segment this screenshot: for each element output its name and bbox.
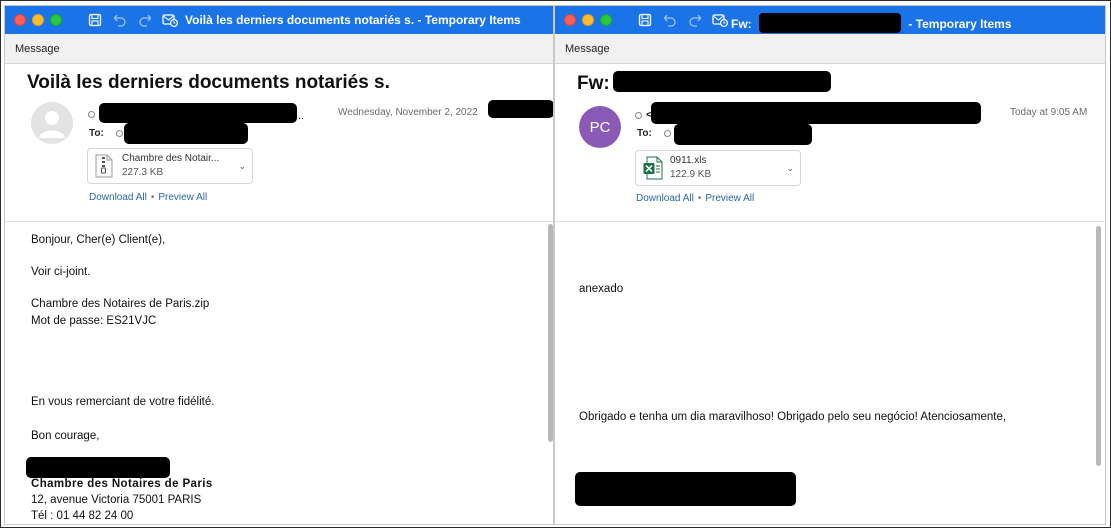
scheduled-send-icon[interactable]: [712, 12, 728, 28]
redacted-signature: [575, 472, 796, 506]
undo-icon[interactable]: [662, 12, 678, 28]
to-label: To:: [89, 128, 104, 139]
body-line: En vous remerciant de votre fidélité.: [31, 396, 215, 408]
email-date: Wednesday, November 2, 2022: [338, 107, 478, 118]
body-line: Bon courage,: [31, 430, 100, 442]
window-titlebar[interactable]: Voilà les derniers documents notariés s.…: [5, 6, 553, 34]
redo-icon[interactable]: [137, 12, 153, 28]
minimize-window-button[interactable]: [582, 14, 594, 26]
recipient-status-dot: [664, 130, 671, 137]
redacted-signature-name: [26, 457, 170, 478]
window-titlebar[interactable]: Fw: - Temporary Items: [555, 6, 1105, 34]
preview-all-link[interactable]: Preview All: [158, 192, 207, 203]
email-window-left: Voilà les derniers documents notariés s.…: [4, 5, 554, 525]
titlebar-toolbar: [637, 12, 728, 28]
recipient-status-dot: [116, 130, 123, 137]
avatar-initials: PC: [589, 118, 611, 136]
download-all-link[interactable]: Download All: [636, 193, 694, 204]
tab-message[interactable]: Message: [565, 43, 610, 55]
signature-organization: Chambre des Notaires de Paris: [31, 478, 213, 490]
body-greeting: Bonjour, Cher(e) Client(e),: [31, 234, 166, 246]
ribbon-bar: Message: [5, 34, 553, 64]
body-password-line: Mot de passe: ES21VJC: [31, 315, 157, 327]
redacted-sender: [99, 103, 297, 123]
email-date: Today at 9:05 AM: [1010, 107, 1088, 118]
body-line: Voir ci-joint.: [31, 266, 91, 278]
traffic-lights: [564, 14, 612, 26]
undo-icon[interactable]: [112, 12, 128, 28]
attachment-card[interactable]: Chambre des Notair... 227.3 KB ⌄: [87, 148, 253, 184]
header-divider: [5, 221, 553, 222]
titlebar-toolbar: [87, 12, 178, 28]
screenshot-frame: Voilà les derniers documents notariés s.…: [0, 0, 1111, 528]
window-title: Voilà les derniers documents notariés s.…: [185, 13, 521, 27]
redacted-title: [759, 13, 902, 33]
attachment-name: 0911.xls: [670, 155, 707, 166]
subject-prefix: Fw:: [577, 73, 610, 94]
sender-status-dot: [88, 111, 95, 118]
download-all-link[interactable]: Download All: [89, 192, 147, 203]
save-icon[interactable]: [87, 12, 103, 28]
link-separator: •: [697, 193, 702, 204]
body-line: anexado: [579, 283, 624, 295]
excel-file-icon: [643, 156, 663, 180]
window-title-suffix: - Temporary Items: [908, 17, 1012, 31]
tab-message[interactable]: Message: [15, 43, 60, 55]
email-window-right: Fw: - Temporary Items Message Fw: PC < T…: [554, 5, 1106, 525]
attachment-size: 227.3 KB: [122, 167, 164, 178]
preview-all-link[interactable]: Preview All: [705, 193, 754, 204]
attachment-actions: Download All • Preview All: [89, 192, 207, 203]
signature-phone: Tél : 01 44 82 24 00: [31, 510, 134, 522]
sender-status-dot: [635, 112, 642, 119]
vertical-scrollbar[interactable]: [1096, 226, 1101, 466]
signature-address: 12, avenue Victoria 75001 PARIS: [31, 494, 202, 506]
zoom-window-button[interactable]: [50, 14, 62, 26]
save-icon[interactable]: [637, 12, 653, 28]
redacted-time: [488, 100, 553, 118]
avatar: PC: [579, 106, 621, 148]
chevron-down-icon[interactable]: ⌄: [786, 163, 794, 174]
attachment-card[interactable]: 0911.xls 122.9 KB ⌄: [635, 150, 801, 186]
default-avatar-icon: [31, 102, 73, 144]
email-subject: Fw:: [577, 73, 610, 95]
to-label: To:: [637, 128, 652, 139]
close-window-button[interactable]: [564, 14, 576, 26]
body-line: Chambre des Notaires de Paris.zip: [31, 298, 210, 310]
window-title: Fw: - Temporary Items: [731, 13, 1012, 33]
attachment-actions: Download All • Preview All: [636, 193, 754, 204]
vertical-scrollbar[interactable]: [548, 224, 553, 442]
ribbon-bar: Message: [555, 34, 1105, 64]
redacted-recipient: [674, 124, 812, 145]
zip-file-icon: [95, 154, 113, 178]
traffic-lights: [14, 14, 62, 26]
minimize-window-button[interactable]: [32, 14, 44, 26]
sender-ellipsis: ..: [298, 110, 305, 122]
link-separator: •: [150, 192, 155, 203]
attachment-size: 122.9 KB: [670, 169, 712, 180]
close-window-button[interactable]: [14, 14, 26, 26]
redacted-recipient: [124, 123, 248, 144]
attachment-name: Chambre des Notair...: [122, 153, 220, 164]
redacted-subject: [613, 71, 831, 92]
body-line: Obrigado e tenha um dia maravilhoso! Obr…: [579, 411, 1007, 423]
zoom-window-button[interactable]: [600, 14, 612, 26]
header-divider: [555, 221, 1105, 222]
window-title-prefix: Fw:: [731, 17, 752, 31]
redo-icon[interactable]: [687, 12, 703, 28]
scheduled-send-icon[interactable]: [162, 12, 178, 28]
chevron-down-icon[interactable]: ⌄: [238, 161, 246, 172]
email-subject: Voilà les derniers documents notariés s.: [27, 72, 390, 93]
redacted-sender: [651, 102, 981, 124]
